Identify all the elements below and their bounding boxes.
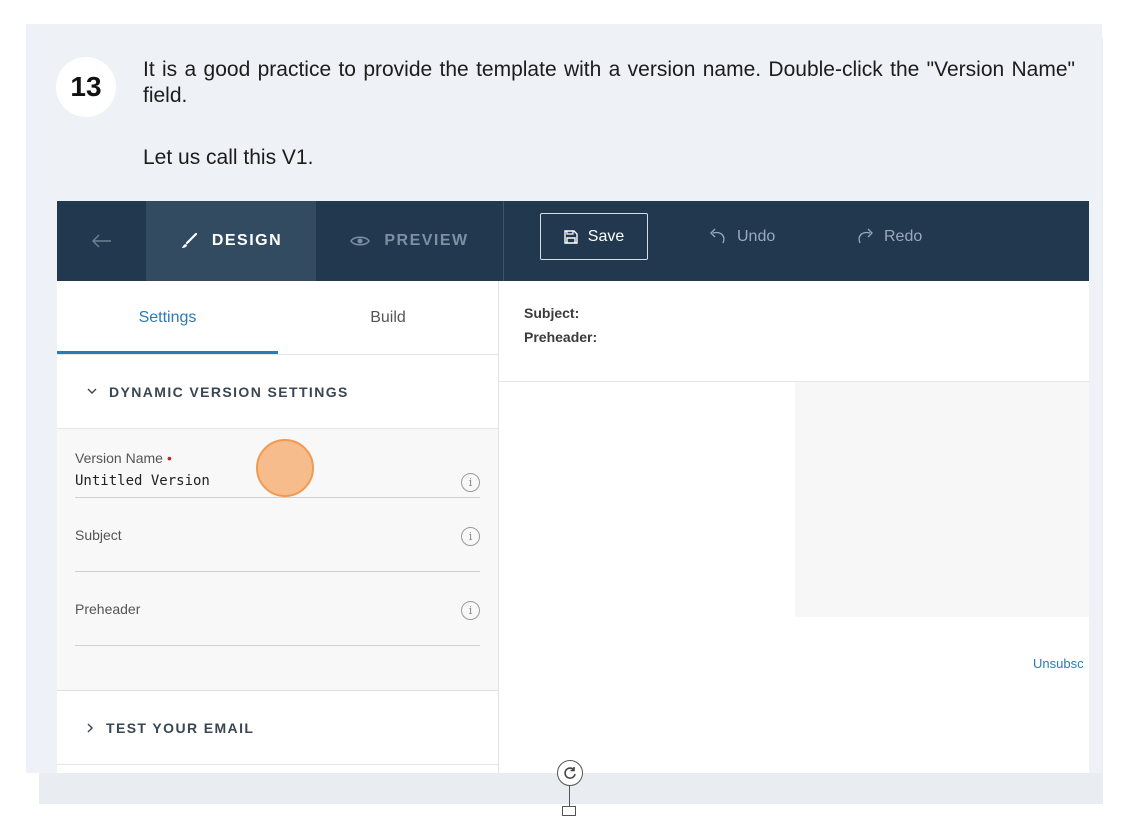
redo-icon <box>858 228 873 243</box>
step-number-badge: 13 <box>56 57 116 117</box>
back-button[interactable] <box>57 201 146 281</box>
arrow-left-icon <box>91 234 111 248</box>
resize-handle[interactable] <box>562 806 576 816</box>
version-name-value[interactable]: Untitled Version <box>75 473 210 489</box>
preview-tab-label: PREVIEW <box>384 232 469 249</box>
section-title: DYNAMIC VERSION SETTINGS <box>109 383 349 400</box>
info-icon[interactable]: i <box>461 473 480 492</box>
undo-button[interactable]: Undo <box>707 213 775 260</box>
subject-field[interactable]: Subject i <box>75 527 480 572</box>
click-indicator <box>256 439 314 497</box>
email-body-area <box>795 382 1089 617</box>
unsubscribe-link[interactable]: Unsubsc <box>1033 656 1084 671</box>
subject-label: Subject <box>75 527 122 543</box>
step-instruction: It is a good practice to provide the tem… <box>143 58 1075 107</box>
info-icon[interactable]: i <box>461 527 480 546</box>
test-your-email-header[interactable]: TEST YOUR EMAIL <box>57 690 498 764</box>
editor-toolbar: DESIGN PREVIEW Save Undo Redo <box>57 201 1089 281</box>
email-preview-canvas: Subject: Preheader: Unsubsc <box>499 281 1089 773</box>
active-tab-indicator <box>57 351 278 354</box>
preheader-label: Preheader <box>75 601 141 617</box>
rotate-handle[interactable] <box>557 760 583 786</box>
preheader-heading: Preheader: <box>524 329 598 345</box>
tab-build[interactable]: Build <box>278 281 498 354</box>
toolbar-divider <box>503 201 504 281</box>
design-tab[interactable]: DESIGN <box>146 201 316 281</box>
tab-settings[interactable]: Settings <box>57 281 278 354</box>
save-button-label: Save <box>587 227 625 245</box>
chevron-down-icon <box>87 388 97 394</box>
panel-tabs: Settings Build <box>57 281 498 355</box>
floppy-disk-icon <box>564 229 578 244</box>
save-button[interactable]: Save <box>540 213 648 260</box>
section-title: TEST YOUR EMAIL <box>106 719 255 736</box>
next-section-edge <box>57 764 498 773</box>
version-name-label: Version Name • <box>75 450 172 466</box>
email-editor-screenshot: DESIGN PREVIEW Save Undo Redo Settings B… <box>57 201 1089 773</box>
preheader-field[interactable]: Preheader i <box>75 601 480 646</box>
chevron-right-icon <box>87 723 93 732</box>
settings-panel: Settings Build DYNAMIC VERSION SETTINGS … <box>57 281 499 773</box>
step-subinstruction: Let us call this V1. <box>143 146 314 169</box>
handle-connector <box>569 786 570 806</box>
info-icon[interactable]: i <box>461 601 480 620</box>
eye-icon <box>350 236 371 246</box>
undo-icon <box>710 228 725 243</box>
subject-heading: Subject: <box>524 305 580 321</box>
redo-button-label: Redo <box>884 227 923 245</box>
required-indicator: • <box>166 450 172 466</box>
redo-button[interactable]: Redo <box>854 213 922 260</box>
dynamic-version-settings-header[interactable]: DYNAMIC VERSION SETTINGS <box>57 355 498 429</box>
design-tab-label: DESIGN <box>211 232 283 249</box>
email-header-info: Subject: Preheader: <box>499 281 1089 382</box>
brush-icon <box>181 232 197 248</box>
tutorial-step-card: 13 It is a good practice to provide the … <box>26 24 1102 773</box>
rotate-icon <box>564 767 576 779</box>
preview-tab[interactable]: PREVIEW <box>316 201 503 281</box>
undo-button-label: Undo <box>737 227 776 245</box>
